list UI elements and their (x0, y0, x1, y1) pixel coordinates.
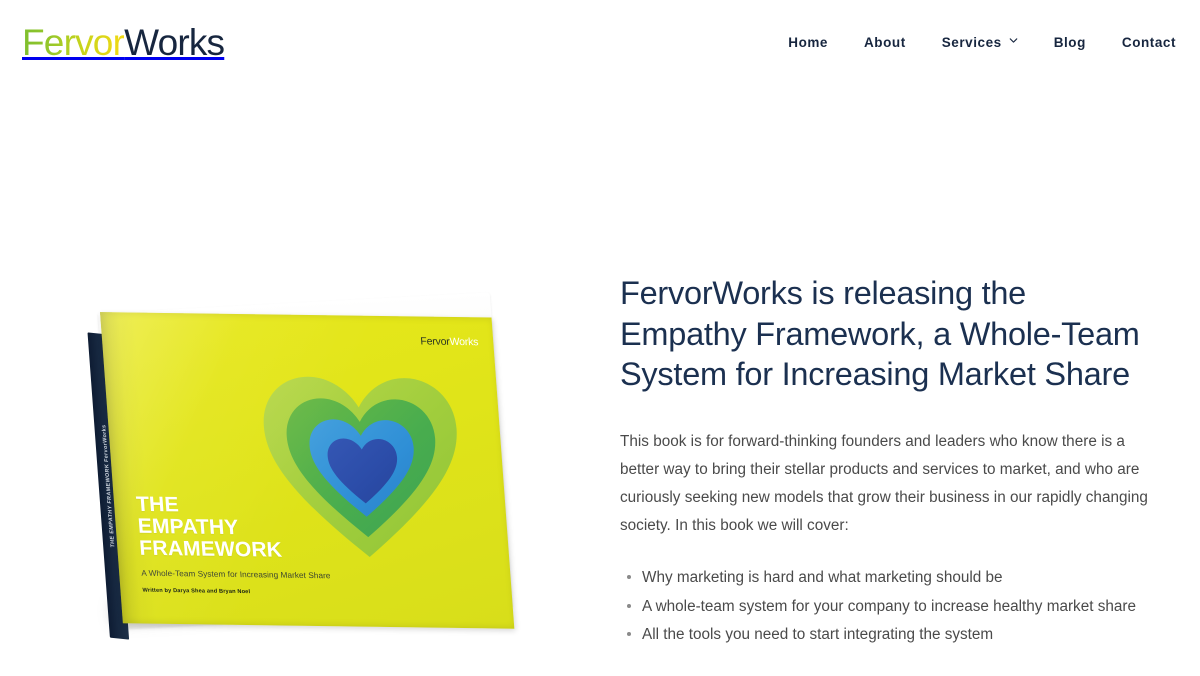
nav-label-blog: Blog (1053, 35, 1086, 50)
hero-bullet-list: Why marketing is hard and what marketing… (620, 564, 1159, 648)
hero-section: THE EMPATHY FRAMEWORK FervorWorks Fervor… (0, 85, 1200, 676)
nav-label-about: About (864, 35, 906, 50)
book-front-cover: FervorWorks THE EMPATHY FRAMEWORK A Whol… (100, 312, 515, 629)
hero-image-column: THE EMPATHY FRAMEWORK FervorWorks Fervor… (0, 93, 600, 676)
book-cover-logo: FervorWorks (419, 335, 479, 349)
nav-item-services[interactable]: Services (924, 29, 1036, 56)
hero-copy-column: FervorWorks is releasing the Empathy Fra… (600, 93, 1200, 676)
site-header: FervorWorks Home About Services Blog Con… (0, 0, 1200, 85)
logo-text-fervor: Fervor (22, 22, 125, 63)
nav-item-home[interactable]: Home (770, 29, 846, 56)
book-subtitle: A Whole-Team System for Increasing Marke… (140, 568, 331, 581)
book-title-line-3: FRAMEWORK (138, 536, 283, 562)
book-cover-logo-works: Works (449, 335, 479, 349)
nav-label-contact: Contact (1121, 35, 1176, 50)
nav-item-about[interactable]: About (846, 29, 924, 56)
chevron-down-icon (1009, 36, 1018, 45)
nav-label-services: Services (941, 35, 1002, 50)
hero-description: This book is for forward-thinking founde… (620, 432, 1148, 535)
list-item: Why marketing is hard and what marketing… (627, 564, 1159, 592)
logo-text-works: Works (124, 22, 225, 63)
book: THE EMPATHY FRAMEWORK FervorWorks Fervor… (84, 289, 515, 648)
nav-item-blog[interactable]: Blog (1036, 29, 1104, 56)
page-title: FervorWorks is releasing the Empathy Fra… (620, 275, 1140, 393)
heart-layer-inner (325, 437, 402, 505)
nav-item-contact[interactable]: Contact (1104, 29, 1176, 56)
list-item: A whole-team system for your company to … (627, 593, 1159, 621)
main-navigation: Home About Services Blog Contact (770, 29, 1176, 56)
list-item: All the tools you need to start integrat… (627, 621, 1159, 649)
book-authors: Written by Darya Shea and Bryan Noel (142, 587, 251, 596)
nav-label-home: Home (788, 35, 828, 50)
book-cover-title-block: THE EMPATHY FRAMEWORK A Whole-Team Syste… (135, 493, 353, 596)
book-mockup: THE EMPATHY FRAMEWORK FervorWorks Fervor… (87, 292, 526, 653)
book-cover-logo-fervor: Fervor (419, 335, 451, 348)
site-logo[interactable]: FervorWorks (22, 22, 225, 63)
